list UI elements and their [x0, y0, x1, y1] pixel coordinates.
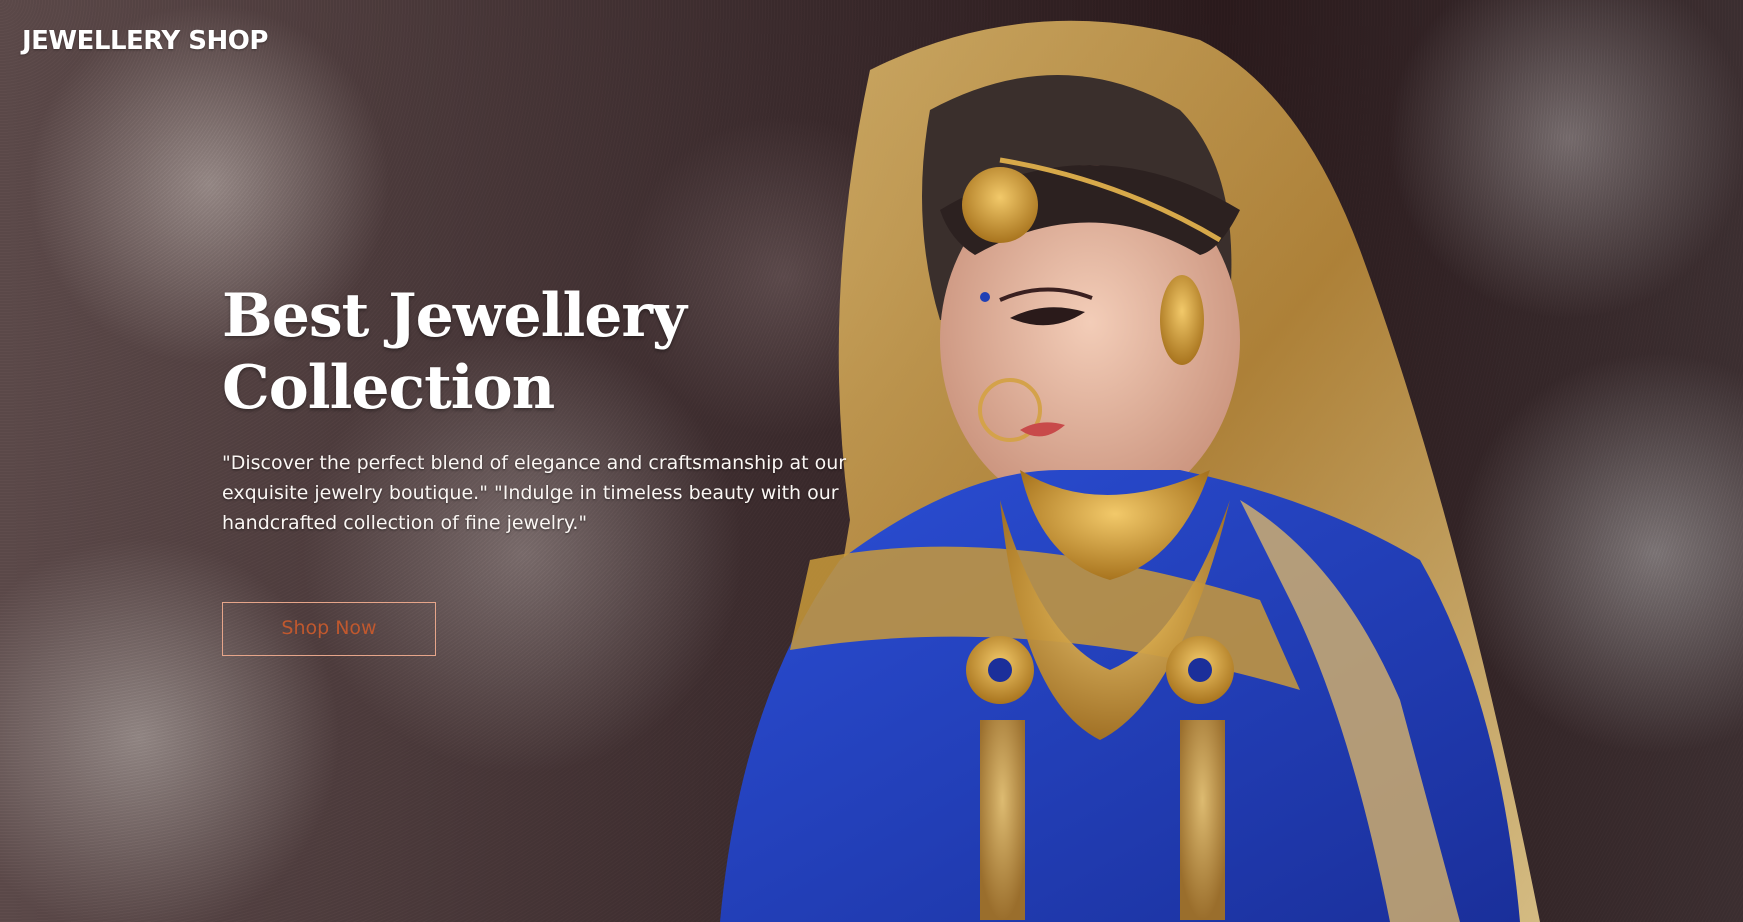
hero-title: Best Jewellery Collection [222, 280, 902, 424]
hero-title-line-1: Best Jewellery [222, 281, 687, 351]
brand-logo[interactable]: JEWELLERY SHOP [22, 26, 268, 56]
bindi [980, 292, 990, 302]
earring [1160, 275, 1204, 365]
hero-description: "Discover the perfect blend of elegance … [222, 452, 847, 534]
shop-now-button[interactable]: Shop Now [222, 602, 436, 656]
maang-tikka [962, 167, 1038, 243]
hero-title-line-2: Collection [222, 353, 555, 423]
hero-content: Best Jewellery Collection "Discover the … [222, 280, 902, 656]
hero-banner: JEWELLERY SHOP Best Jewellery Collection… [0, 0, 1743, 922]
